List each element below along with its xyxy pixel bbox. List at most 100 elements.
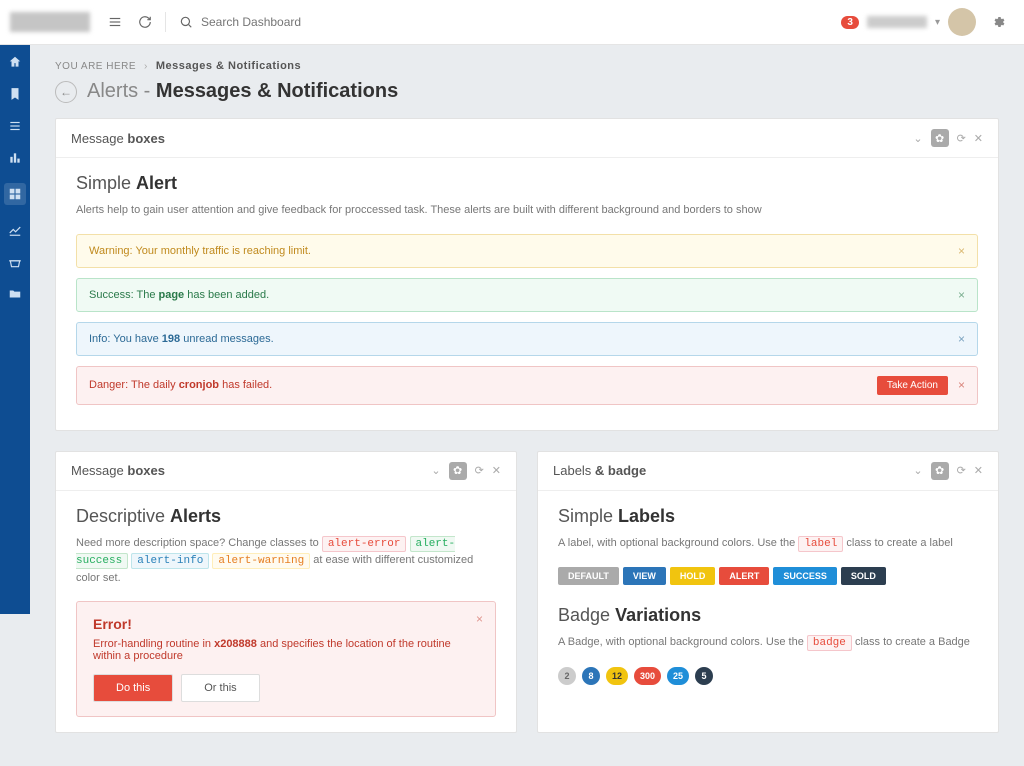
breadcrumb: YOU ARE HERE › Messages & Notifications: [55, 60, 999, 72]
alert-text: Success: The page has been added.: [89, 289, 269, 301]
nav-home-icon[interactable]: [8, 55, 22, 69]
t-pre: Simple: [76, 173, 136, 193]
main: YOU ARE HERE › Messages & Notifications …: [30, 45, 1024, 766]
close-icon[interactable]: ✕: [492, 464, 501, 477]
txt: Info: You have: [89, 333, 162, 345]
chevron-down-icon[interactable]: ▾: [935, 17, 940, 28]
gear-box-icon[interactable]: ✿: [931, 129, 949, 147]
panel-labels-badge: Labels & badge ⌄ ✿ ⟳ ✕ Simple Labels A l…: [537, 451, 999, 734]
close-icon[interactable]: ×: [958, 378, 965, 392]
section-desc: Alerts help to gain user attention and g…: [76, 202, 978, 219]
logo: [10, 12, 90, 32]
label-alert: ALERT: [719, 567, 769, 585]
gear-icon[interactable]: [984, 0, 1014, 45]
panel-body: Descriptive Alerts Need more description…: [56, 491, 516, 733]
label-hold: HOLD: [670, 567, 716, 585]
gear-box-icon[interactable]: ✿: [449, 462, 467, 480]
topbar: 3 ▾: [0, 0, 1024, 45]
label-success: SUCCESS: [773, 567, 837, 585]
close-icon[interactable]: ×: [476, 612, 483, 626]
do-this-button[interactable]: Do this: [93, 674, 173, 702]
close-icon[interactable]: ×: [958, 288, 965, 302]
alert-text: Danger: The daily cronjob has failed.: [89, 379, 272, 391]
txt: Error-handling routine in: [93, 638, 214, 650]
txt: x208888: [214, 638, 257, 650]
chevron-right-icon: ›: [144, 61, 148, 72]
nav-bar-icon[interactable]: [8, 151, 22, 165]
panel-body: Simple Alert Alerts help to gain user at…: [56, 158, 998, 430]
close-icon[interactable]: ×: [958, 332, 965, 346]
txt: cronjob: [179, 379, 219, 391]
chip-label: label: [798, 536, 843, 552]
label-default: DEFAULT: [558, 567, 619, 585]
chevron-down-icon[interactable]: ⌄: [913, 464, 922, 477]
t-pre: Message: [71, 463, 127, 478]
t-pre: Descriptive: [76, 506, 170, 526]
nav-grid-icon[interactable]: [4, 183, 26, 205]
refresh-small-icon[interactable]: ⟳: [957, 464, 966, 477]
search-input[interactable]: [201, 15, 401, 29]
nav-folder-icon[interactable]: [8, 287, 22, 301]
refresh-icon[interactable]: [130, 0, 160, 45]
page-title-row: ← Alerts - Messages & Notifications: [55, 80, 999, 103]
close-icon[interactable]: ✕: [974, 132, 983, 145]
alert-warning: Warning: Your monthly traffic is reachin…: [76, 234, 978, 268]
panel-tools: ⌄ ✿ ⟳ ✕: [913, 462, 983, 480]
nav-chart-icon[interactable]: [8, 223, 22, 237]
label-sold: SOLD: [841, 567, 886, 585]
alert-success: Success: The page has been added. ×: [76, 278, 978, 312]
take-action-button[interactable]: Take Action: [877, 376, 948, 395]
back-button[interactable]: ←: [55, 81, 77, 103]
close-icon[interactable]: ×: [958, 244, 965, 258]
t-pre: Badge: [558, 605, 615, 625]
section-desc: Need more description space? Change clas…: [76, 535, 496, 587]
txt: class to create a Badge: [855, 636, 970, 648]
txt: A Badge, with optional background colors…: [558, 636, 807, 648]
panel-tools: ⌄ ✿ ⟳ ✕: [431, 462, 501, 480]
gear-box-icon[interactable]: ✿: [931, 462, 949, 480]
txt: A label, with optional background colors…: [558, 537, 798, 549]
panel-body: Simple Labels A label, with optional bac…: [538, 491, 998, 700]
badges-row: 2 8 12 300 25 5: [558, 667, 978, 685]
error-title: Error!: [93, 616, 479, 632]
page-title-main: Messages & Notifications: [156, 80, 398, 102]
txt: Danger: The daily: [89, 379, 179, 391]
badge-cyan: 25: [667, 667, 689, 685]
chevron-down-icon[interactable]: ⌄: [431, 464, 440, 477]
alert-text: Info: You have 198 unread messages.: [89, 333, 274, 345]
close-icon[interactable]: ✕: [974, 464, 983, 477]
sidenav: [0, 45, 30, 614]
alert-text: Warning: Your monthly traffic is reachin…: [89, 245, 311, 257]
page-title-prefix: Alerts -: [87, 80, 156, 102]
txt: 198: [162, 333, 180, 345]
nav-basket-icon[interactable]: [8, 255, 22, 269]
breadcrumb-label: YOU ARE HERE: [55, 61, 136, 72]
username[interactable]: [867, 16, 927, 28]
menu-toggle-icon[interactable]: [100, 0, 130, 45]
chip-alert-warning: alert-warning: [212, 553, 310, 569]
section-title: Badge Variations: [558, 605, 978, 626]
avatar[interactable]: [948, 8, 976, 36]
chevron-down-icon[interactable]: ⌄: [913, 132, 922, 145]
search-icon[interactable]: [171, 0, 201, 45]
refresh-small-icon[interactable]: ⟳: [475, 464, 484, 477]
panel-tools: ⌄ ✿ ⟳ ✕: [913, 129, 983, 147]
t-bold: boxes: [127, 463, 165, 478]
chip-alert-error: alert-error: [322, 536, 407, 552]
or-this-button[interactable]: Or this: [181, 674, 259, 702]
panel-descriptive-alerts: Message boxes ⌄ ✿ ⟳ ✕ Descriptive Alerts…: [55, 451, 517, 734]
txt: page: [159, 289, 185, 301]
panel-title-bold: boxes: [127, 131, 165, 146]
nav-list-icon[interactable]: [8, 119, 22, 133]
section-title: Simple Alert: [76, 173, 978, 194]
txt: Need more description space? Change clas…: [76, 537, 322, 549]
separator: [165, 12, 166, 32]
refresh-small-icon[interactable]: ⟳: [957, 132, 966, 145]
badge-grey: 2: [558, 667, 576, 685]
nav-bookmark-icon[interactable]: [8, 87, 22, 101]
txt: Success: The: [89, 289, 159, 301]
section-title: Simple Labels: [558, 506, 978, 527]
panel-title: Message boxes: [71, 463, 165, 478]
notif-badge[interactable]: 3: [841, 16, 859, 29]
page-title: Alerts - Messages & Notifications: [87, 80, 398, 103]
